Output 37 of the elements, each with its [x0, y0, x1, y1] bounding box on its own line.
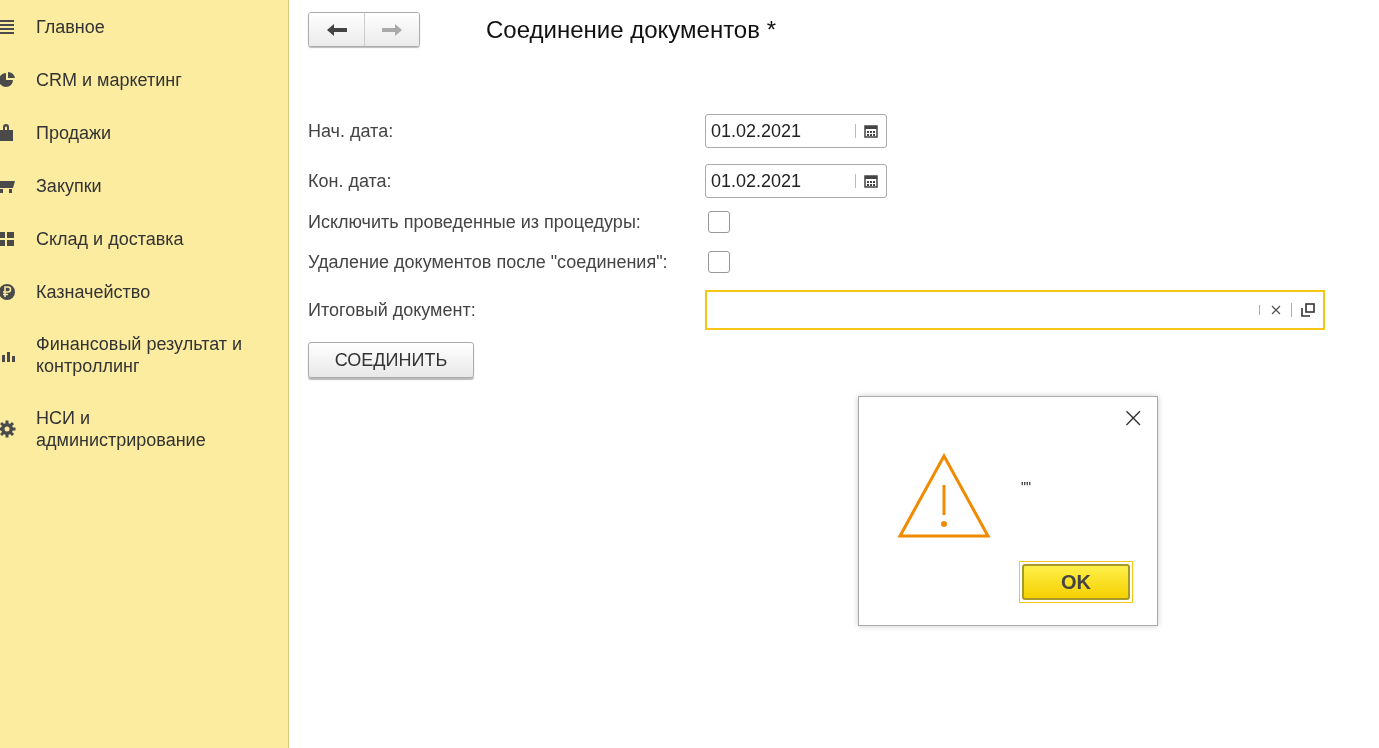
- close-button[interactable]: ×: [1121, 405, 1145, 431]
- field-label: Итоговый документ:: [308, 298, 477, 322]
- sidebar-item[interactable]: Финансовый результат и контроллинг: [36, 333, 266, 377]
- field-label: Удаление документов после "соединения":: [308, 250, 669, 274]
- ruble-icon[interactable]: [0, 282, 16, 301]
- dialog-message: "": [1021, 479, 1031, 495]
- checkbox[interactable]: [708, 251, 730, 273]
- sidebar-item[interactable]: CRM и маркетинг: [36, 68, 266, 91]
- calendar-icon[interactable]: [864, 124, 878, 138]
- bag-icon[interactable]: [0, 123, 16, 142]
- join-button[interactable]: СОЕДИНИТЬ: [308, 342, 474, 378]
- warning-icon: [897, 453, 991, 539]
- sidebar-item[interactable]: Казначейство: [36, 280, 266, 303]
- ok-button[interactable]: OK: [1022, 564, 1130, 600]
- open-window-icon[interactable]: [1300, 303, 1315, 317]
- date-field[interactable]: 01.02.2021: [705, 164, 887, 198]
- date-field[interactable]: 01.02.2021: [705, 114, 887, 148]
- field-label: Исключить проведенные из процедуры:: [308, 210, 642, 234]
- document-field[interactable]: [705, 290, 1325, 330]
- sidebar-item[interactable]: Продажи: [36, 121, 266, 144]
- settings-icon[interactable]: [0, 420, 16, 438]
- sidebar-item[interactable]: Склад и доставка: [36, 227, 266, 250]
- checkbox[interactable]: [708, 211, 730, 233]
- sidebar-item[interactable]: Главное: [36, 15, 266, 38]
- field-label: Кон. дата:: [308, 169, 393, 193]
- grid-icon[interactable]: [0, 229, 16, 248]
- calendar-icon[interactable]: [864, 174, 878, 188]
- back-button[interactable]: [309, 13, 364, 46]
- sidebar-item[interactable]: НСИ и администрирование: [36, 407, 214, 451]
- field-label: Нач. дата:: [308, 119, 395, 143]
- arrow-left-icon: [325, 22, 348, 37]
- sidebar-item[interactable]: Закупки: [36, 174, 266, 197]
- arrow-right-icon: [381, 22, 403, 37]
- clear-icon[interactable]: [1270, 305, 1281, 315]
- menu-icon[interactable]: [0, 17, 16, 36]
- form-title: Соединение документов *: [486, 15, 776, 44]
- pie-chart-icon[interactable]: [0, 70, 16, 89]
